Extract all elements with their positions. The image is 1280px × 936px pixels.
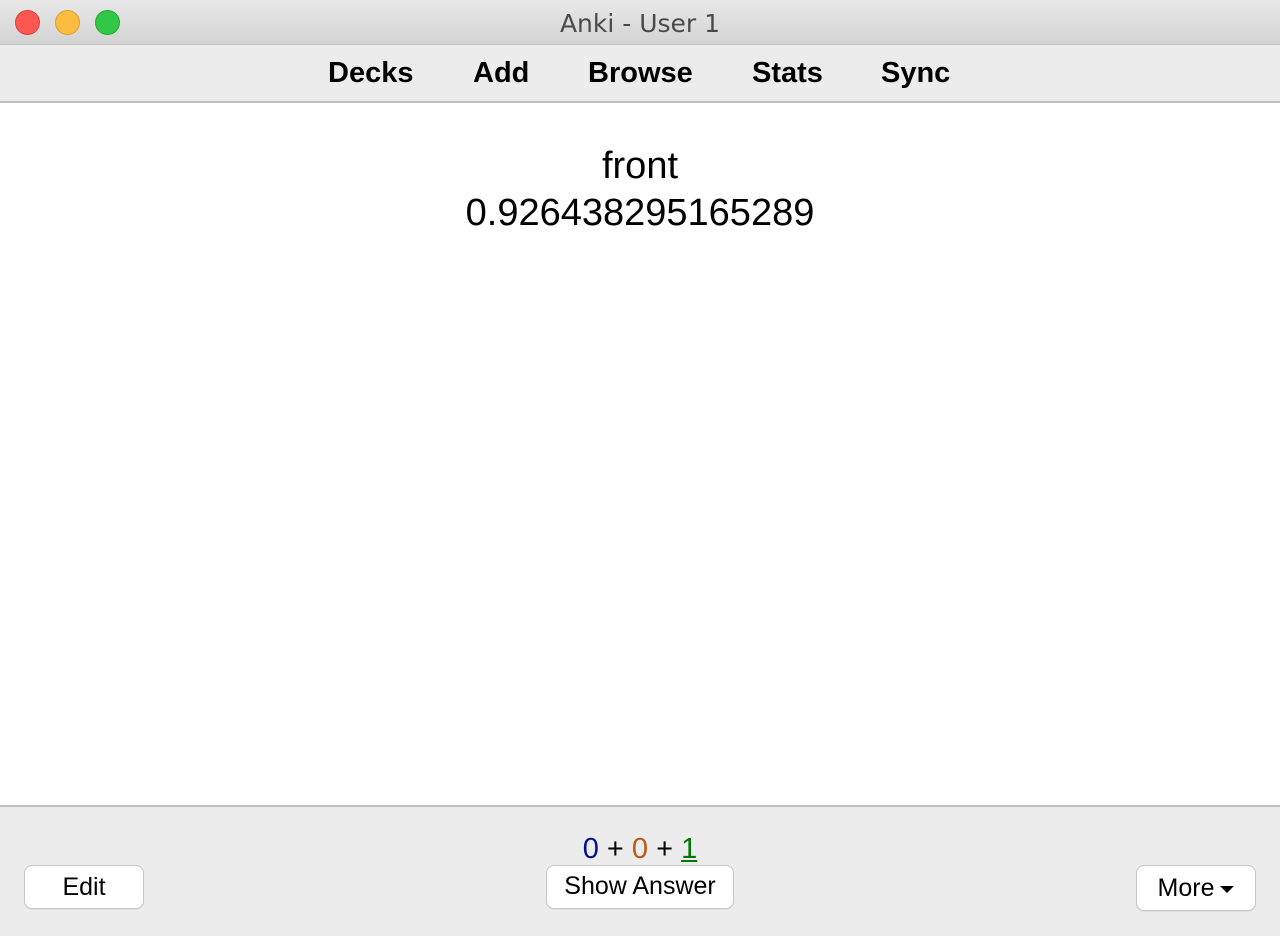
title-bar: Anki - User 1 (0, 0, 1280, 44)
caret-down-icon (1220, 885, 1235, 893)
toolbar-stats-link[interactable]: Stats (752, 57, 823, 90)
card-view: front 0.926438295165289 (0, 103, 1280, 805)
anki-window: Anki - User 1 Decks Add Browse Stats Syn… (0, 0, 1280, 936)
toolbar-decks-link[interactable]: Decks (328, 57, 413, 90)
window-title: Anki - User 1 (559, 9, 721, 38)
bottom-bar: 0 + 0 + 1 Edit Show Answer More (0, 805, 1280, 936)
card-front-text: front (601, 145, 679, 187)
more-button[interactable]: More (1136, 865, 1256, 911)
count-separator: + (656, 833, 674, 865)
toolbar-browse-link[interactable]: Browse (588, 57, 693, 90)
review-count: 1 (681, 833, 698, 865)
new-count: 0 (582, 833, 599, 865)
main-toolbar: Decks Add Browse Stats Sync (0, 44, 1280, 103)
toolbar-sync-link[interactable]: Sync (881, 57, 950, 90)
edit-button-label: Edit (62, 873, 106, 901)
edit-button[interactable]: Edit (24, 865, 144, 909)
count-separator: + (606, 833, 624, 865)
learning-count: 0 (631, 833, 649, 865)
due-counts: 0 + 0 + 1 (0, 832, 1280, 866)
show-answer-button[interactable]: Show Answer (546, 865, 734, 909)
toolbar-add-link[interactable]: Add (473, 57, 529, 90)
more-button-label: More (1157, 874, 1215, 902)
show-answer-label: Show Answer (564, 872, 716, 900)
card-value-text: 0.926438295165289 (465, 192, 815, 234)
